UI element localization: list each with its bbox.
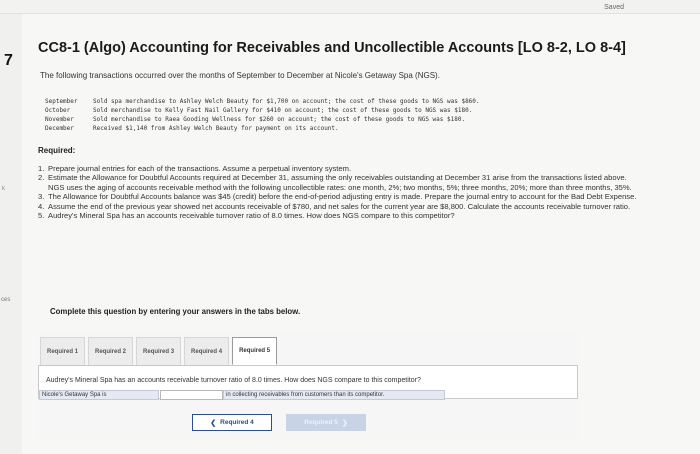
page-title: CC8-1 (Algo) Accounting for Receivables …: [38, 40, 626, 56]
required-heading: Required:: [38, 146, 76, 155]
transaction-text: Sold spa merchandise to Ashley Welch Bea…: [93, 98, 480, 105]
answer-label: Nicole's Getaway Spa is: [39, 390, 159, 400]
tab-required-2[interactable]: Required 2: [88, 337, 134, 365]
transaction-month: September: [45, 98, 78, 105]
requirements-list: 1. Prepare journal entries for each of t…: [38, 164, 638, 220]
answer-row: Nicole's Getaway Spa is in collecting re…: [39, 390, 445, 400]
transaction-row: November Sold merchandise to Raea Goodin…: [45, 115, 480, 124]
complete-instructions: Complete this question by entering your …: [50, 307, 301, 316]
requirement-number: 2.: [38, 173, 45, 183]
required-tabs: Required 1 Required 2 Required 3 Require…: [40, 337, 280, 365]
requirement-text: Estimate the Allowance for Doubtful Acco…: [48, 173, 632, 192]
top-bar: Saved: [0, 0, 700, 14]
transaction-text: Received $1,140 from Ashley Welch Beauty…: [93, 125, 339, 132]
left-gutter: 7 k ces: [0, 14, 22, 454]
transaction-month: December: [45, 125, 74, 132]
answer-tail: in collecting receivables from customers…: [223, 390, 445, 400]
next-button-label: Required 5: [304, 419, 338, 426]
transaction-row: December Received $1,140 from Ashley Wel…: [45, 124, 480, 133]
requirement-number: 1.: [38, 164, 45, 173]
prev-required-button[interactable]: ❮ Required 4: [192, 414, 272, 431]
transaction-text: Sold merchandise to Kelly Fast Nail Gall…: [93, 107, 473, 114]
transactions-table: September Sold spa merchandise to Ashley…: [45, 97, 480, 133]
answer-dropdown[interactable]: [160, 390, 223, 400]
transaction-row: October Sold merchandise to Kelly Fast N…: [45, 106, 480, 115]
transaction-row: September Sold spa merchandise to Ashley…: [45, 97, 480, 106]
saved-status: Saved: [604, 4, 624, 11]
gutter-label: ces: [1, 297, 11, 303]
question-text: Audrey's Mineral Spa has an accounts rec…: [46, 377, 421, 384]
tab-required-4[interactable]: Required 4: [184, 337, 230, 365]
requirement-text: The Allowance for Doubtful Accounts bala…: [48, 192, 637, 202]
requirement-item: 3. The Allowance for Doubtful Accounts b…: [38, 192, 638, 201]
requirement-number: 4.: [38, 201, 45, 211]
intro-text: The following transactions occurred over…: [40, 71, 440, 80]
question-number: 7: [4, 52, 13, 69]
requirement-number: 3.: [38, 192, 45, 202]
requirement-number: 5.: [38, 211, 45, 221]
requirement-text: Audrey's Mineral Spa has an accounts rec…: [48, 211, 455, 221]
requirement-item: 4. Assume the end of the previous year s…: [38, 202, 638, 211]
tab-required-5[interactable]: Required 5: [232, 337, 278, 365]
tab-required-3[interactable]: Required 3: [136, 337, 182, 365]
requirement-text: Prepare journal entries for each of the …: [48, 164, 352, 173]
gutter-mark: k: [2, 186, 5, 192]
next-required-button[interactable]: Required 5 ❯: [286, 414, 366, 431]
requirement-text: Assume the end of the previous year show…: [48, 201, 631, 211]
prev-button-label: Required 4: [220, 419, 254, 426]
requirement-item: 2. Estimate the Allowance for Doubtful A…: [38, 173, 638, 192]
tab-navigation: ❮ Required 4 Required 5 ❯: [192, 414, 366, 431]
chevron-right-icon: ❯: [341, 419, 348, 427]
transaction-month: November: [45, 116, 74, 123]
tab-required-1[interactable]: Required 1: [40, 337, 86, 365]
requirement-item: 5. Audrey's Mineral Spa has an accounts …: [38, 211, 638, 220]
requirement-item: 1. Prepare journal entries for each of t…: [38, 164, 638, 173]
chevron-left-icon: ❮: [210, 419, 217, 427]
transaction-month: October: [45, 107, 71, 114]
transaction-text: Sold merchandise to Raea Gooding Wellnes…: [93, 116, 466, 123]
